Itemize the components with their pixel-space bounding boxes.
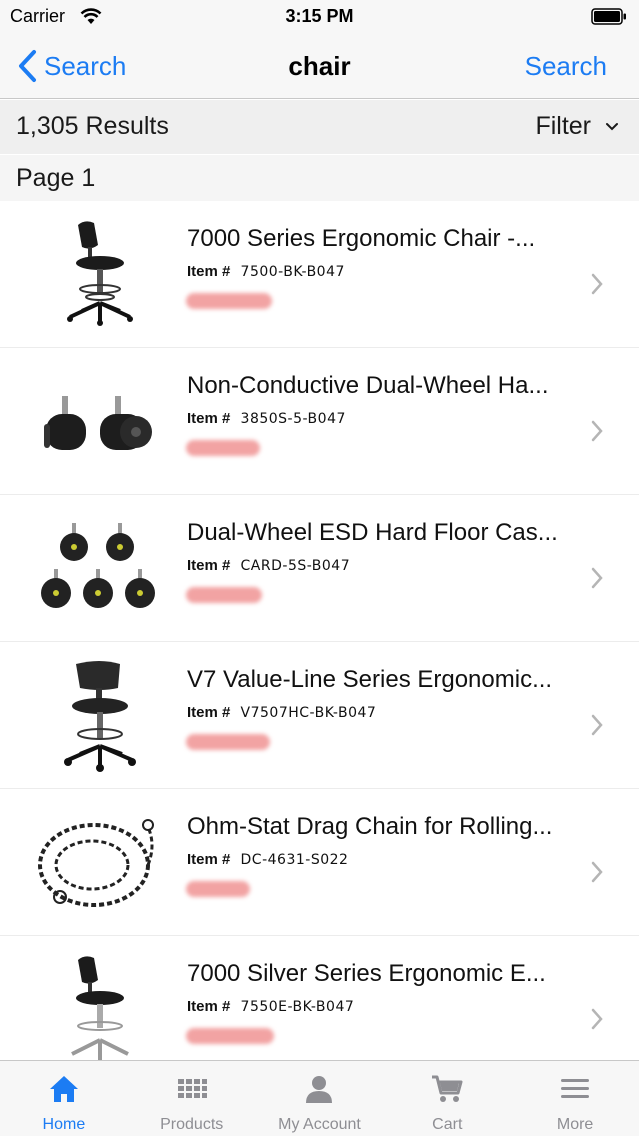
tab-more[interactable]: More	[511, 1061, 639, 1136]
redacted-price	[186, 587, 262, 603]
product-title: Ohm-Stat Drag Chain for Rolling...	[187, 813, 553, 840]
person-icon	[306, 1076, 333, 1103]
item-number: V7507HC-BK-B047	[240, 705, 377, 721]
product-row[interactable]: 7000 Series Ergonomic Chair -... Item # …	[0, 201, 639, 348]
product-row[interactable]: V7 Value-Line Series Ergonomic... Item #…	[0, 642, 639, 789]
clock: 3:15 PM	[285, 6, 354, 26]
tab-label: Cart	[432, 1116, 463, 1133]
esd-casters-image	[30, 511, 170, 629]
silver-chair-image	[30, 952, 170, 1060]
item-number: 7500-BK-B047	[240, 264, 345, 280]
results-count: 1,305 Results	[16, 112, 169, 140]
menu-icon	[561, 1079, 590, 1098]
search-button[interactable]: Search	[525, 51, 607, 82]
tab-label: Products	[160, 1116, 224, 1133]
grid-icon	[177, 1079, 207, 1098]
item-number: 7550E-BK-B047	[240, 999, 355, 1015]
redacted-price	[186, 293, 272, 309]
navigation-bar: Search chair Search	[0, 34, 639, 99]
item-number-line: Item # V7507HC-BK-B047	[187, 704, 376, 721]
product-list[interactable]: 7000 Series Ergonomic Chair -... Item # …	[0, 201, 639, 1060]
chevron-right-icon	[591, 273, 603, 295]
item-number: CARD-5S-B047	[240, 558, 351, 574]
item-number-label: Item #	[187, 557, 231, 574]
product-row[interactable]: 7000 Silver Series Ergonomic E... Item #…	[0, 936, 639, 1060]
product-row[interactable]: Ohm-Stat Drag Chain for Rolling... Item …	[0, 789, 639, 936]
item-number: 3850S-5-B047	[240, 411, 346, 427]
redacted-price	[186, 1028, 274, 1044]
product-title: 7000 Silver Series Ergonomic E...	[187, 960, 546, 987]
chevron-right-icon	[591, 420, 603, 442]
chevron-right-icon	[591, 714, 603, 736]
product-title: Dual-Wheel ESD Hard Floor Cas...	[187, 519, 558, 546]
page-number-label: Page 1	[16, 164, 96, 192]
product-row[interactable]: Dual-Wheel ESD Hard Floor Cas... Item # …	[0, 495, 639, 642]
drag-chain-image	[30, 805, 170, 923]
battery-icon	[591, 8, 626, 25]
redacted-price	[186, 440, 260, 456]
product-row[interactable]: Non-Conductive Dual-Wheel Ha... Item # 3…	[0, 348, 639, 495]
value-line-chair-image	[30, 658, 170, 776]
item-number-label: Item #	[187, 410, 231, 427]
dual-wheel-casters-image	[30, 364, 170, 482]
item-number-label: Item #	[187, 704, 231, 721]
tab-home[interactable]: Home	[0, 1061, 128, 1136]
item-number: DC-4631-S022	[240, 852, 349, 868]
item-number-line: Item # 3850S-5-B047	[187, 410, 346, 427]
product-title: 7000 Series Ergonomic Chair -...	[187, 225, 536, 252]
chevron-right-icon	[591, 1008, 603, 1030]
tab-bar: Home Products My Account Cart More	[0, 1060, 639, 1136]
ergonomic-chair-image	[30, 217, 170, 335]
item-number-label: Item #	[187, 851, 231, 868]
product-title: V7 Value-Line Series Ergonomic...	[187, 666, 553, 693]
filter-label: Filter	[535, 112, 591, 140]
item-number-label: Item #	[187, 263, 231, 280]
tab-label: More	[556, 1116, 594, 1133]
chevron-right-icon	[591, 567, 603, 589]
cart-icon	[432, 1075, 463, 1102]
status-bar: Carrier 3:15 PM	[0, 0, 639, 34]
redacted-price	[186, 734, 270, 750]
tab-label: Home	[42, 1116, 86, 1133]
chevron-right-icon	[591, 861, 603, 883]
product-title: Non-Conductive Dual-Wheel Ha...	[187, 372, 549, 399]
page-section-header: Page 1	[0, 155, 639, 201]
tab-cart[interactable]: Cart	[383, 1061, 511, 1136]
tab-label: My Account	[278, 1116, 361, 1133]
item-number-line: Item # DC-4631-S022	[187, 851, 348, 868]
home-icon	[49, 1076, 78, 1102]
tab-my-account[interactable]: My Account	[256, 1061, 384, 1136]
item-number-line: Item # 7500-BK-B047	[187, 263, 345, 280]
item-number-line: Item # CARD-5S-B047	[187, 557, 350, 574]
item-number-line: Item # 7550E-BK-B047	[187, 998, 354, 1015]
tab-products[interactable]: Products	[128, 1061, 256, 1136]
chevron-down-icon	[606, 122, 618, 130]
redacted-price	[186, 881, 250, 897]
filter-button[interactable]: Filter	[535, 112, 619, 141]
item-number-label: Item #	[187, 998, 231, 1015]
results-bar: 1,305 Results Filter	[0, 100, 639, 154]
